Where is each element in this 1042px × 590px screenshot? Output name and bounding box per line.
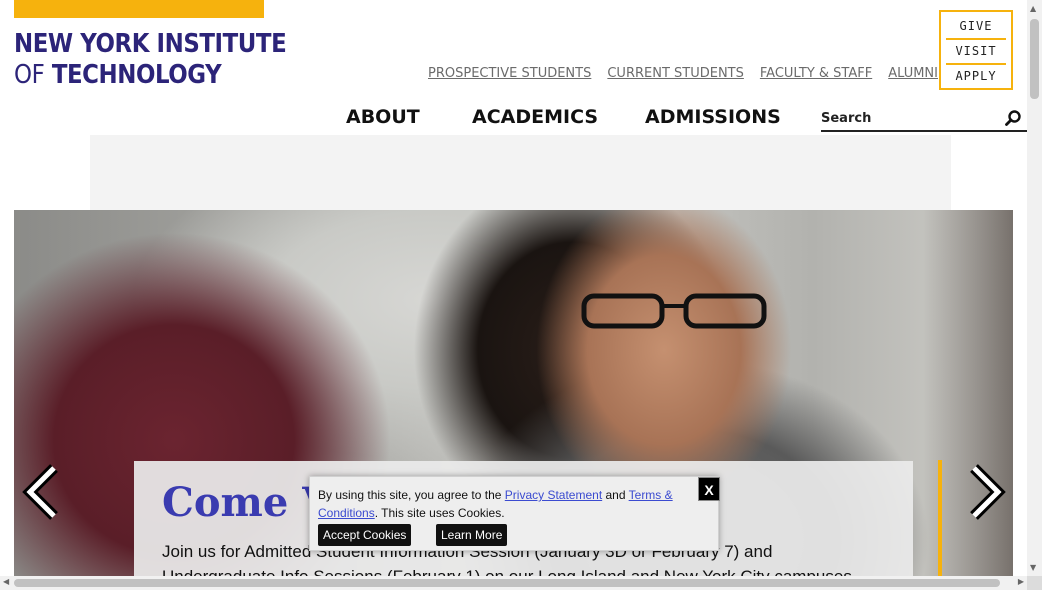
scroll-left-icon[interactable]: ◀ xyxy=(3,577,9,586)
nav-faculty-staff[interactable]: FACULTY & STAFF xyxy=(760,66,872,81)
scroll-right-icon[interactable]: ▶ xyxy=(1018,577,1024,586)
scroll-up-icon[interactable]: ▲ xyxy=(1030,4,1036,13)
quick-links-box: GIVE VISIT APPLY xyxy=(939,10,1013,90)
privacy-statement-link[interactable]: Privacy Statement xyxy=(505,488,602,502)
give-link[interactable]: GIVE xyxy=(946,15,1006,40)
cookie-msg-and: and xyxy=(602,488,629,502)
learn-more-button[interactable]: Learn More xyxy=(436,524,508,546)
hero-shade xyxy=(923,210,1013,576)
chevron-right-icon[interactable] xyxy=(966,463,1006,521)
hero-accent-stripe xyxy=(938,460,942,578)
visit-link[interactable]: VISIT xyxy=(946,40,1006,65)
accept-cookies-button[interactable]: Accept Cookies xyxy=(318,524,412,546)
apply-link[interactable]: APPLY xyxy=(946,65,1006,90)
logo-line-1: NEW YORK INSTITUTE xyxy=(14,29,287,59)
cookie-message: By using this site, you agree to the Pri… xyxy=(318,486,698,522)
main-nav: ABOUT ACADEMICS ADMISSIONS xyxy=(346,106,781,128)
banner-placeholder xyxy=(90,135,951,210)
horizontal-scrollbar[interactable]: ◀ ▶ xyxy=(0,576,1027,590)
site-logo[interactable]: NEW YORK INSTITUTE OF TECHNOLOGY xyxy=(14,29,287,88)
hero-photo-glasses xyxy=(581,293,767,329)
search-icon[interactable] xyxy=(1005,110,1021,126)
cookie-banner: By using this site, you agree to the Pri… xyxy=(309,476,720,551)
nav-admissions[interactable]: ADMISSIONS xyxy=(645,106,781,128)
chevron-left-icon[interactable] xyxy=(22,463,62,521)
logo-technology: TECHNOLOGY xyxy=(51,60,222,90)
scroll-down-icon[interactable]: ▼ xyxy=(1030,563,1036,572)
logo-of: OF xyxy=(14,60,45,90)
search-bar xyxy=(821,107,1027,132)
cookie-msg-pre: By using this site, you agree to the xyxy=(318,488,505,502)
nav-academics[interactable]: ACADEMICS xyxy=(472,106,645,128)
scrollbar-corner xyxy=(1027,576,1042,590)
audience-nav: PROSPECTIVE STUDENTS CURRENT STUDENTS FA… xyxy=(420,66,946,81)
nav-current-students[interactable]: CURRENT STUDENTS xyxy=(607,66,744,81)
logo-line-2: OF TECHNOLOGY xyxy=(14,62,236,88)
nav-about[interactable]: ABOUT xyxy=(346,106,472,128)
search-input[interactable] xyxy=(821,107,1001,130)
brand-gold-bar xyxy=(14,0,264,18)
cookie-msg-post: . This site uses Cookies. xyxy=(374,506,505,520)
nav-prospective-students[interactable]: PROSPECTIVE STUDENTS xyxy=(428,66,591,81)
hero-title: Come V xyxy=(162,479,334,526)
vertical-scroll-thumb[interactable] xyxy=(1030,19,1039,99)
horizontal-scroll-thumb[interactable] xyxy=(14,579,1000,587)
nav-alumni[interactable]: ALUMNI xyxy=(888,66,938,81)
cookie-close-button[interactable]: X xyxy=(698,477,720,501)
vertical-scrollbar[interactable]: ▲ ▼ xyxy=(1027,0,1042,576)
